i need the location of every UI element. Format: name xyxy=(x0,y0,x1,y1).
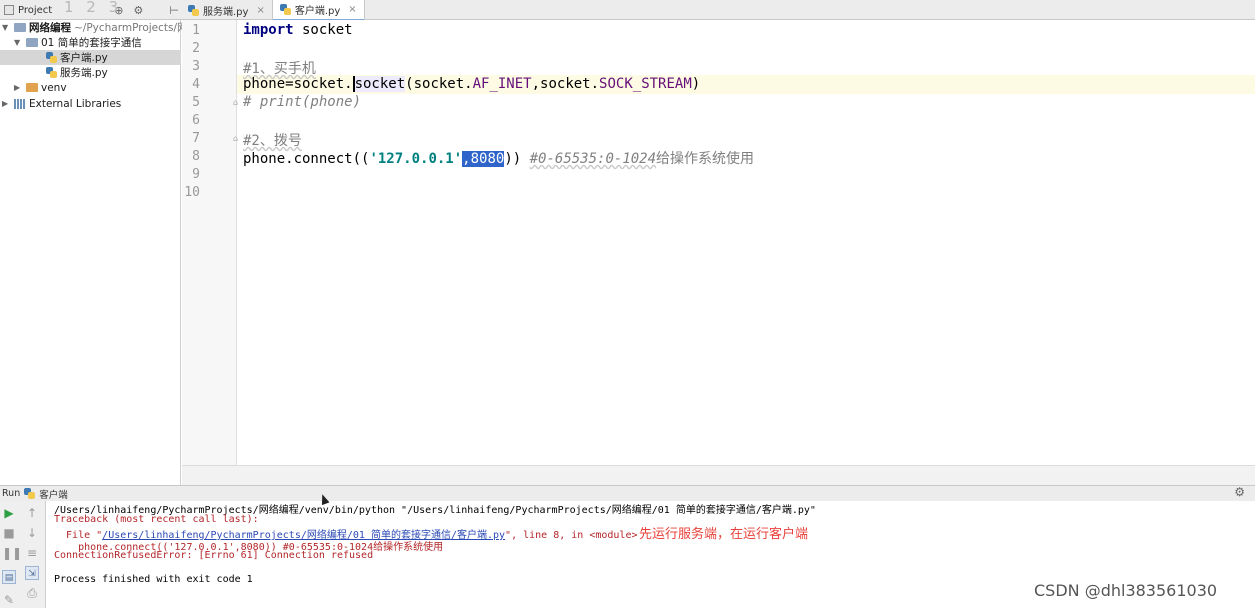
libraries-name: External Libraries xyxy=(29,97,122,110)
rerun-icon[interactable]: ▶ xyxy=(2,506,16,520)
console-line: Traceback (most recent call last): xyxy=(54,514,259,525)
python-file-icon xyxy=(279,4,291,15)
print-icon[interactable]: ⎙ xyxy=(25,586,39,600)
code-text: socket xyxy=(293,22,353,38)
tree-root[interactable]: ▼ 网络编程 ~/PycharmProjects/网 xyxy=(2,20,188,35)
project-panel-title: Project xyxy=(18,4,53,16)
code-line-5[interactable]: # print(phone) xyxy=(243,94,361,110)
line-number: 3 xyxy=(192,59,200,74)
code-comment: 给操作系统使用 xyxy=(656,151,755,167)
code-text: ,socket. xyxy=(531,76,600,92)
code-string: '127.0.0.1' xyxy=(369,151,463,167)
stop-icon[interactable]: ■ xyxy=(2,526,16,540)
layout-icon[interactable]: ▤ xyxy=(2,570,16,584)
run-panel-header: Run 客户端 xyxy=(0,485,1255,501)
code-line-4[interactable]: phone=socket. socket(socket.AF_INET,socke… xyxy=(243,76,700,92)
collapse-icon[interactable]: ⊢ xyxy=(169,4,179,17)
tree-file-server[interactable]: 服务端.py xyxy=(46,65,108,80)
project-tree: ▼ 网络编程 ~/PycharmProjects/网 ▼ 01 简单的套接字通信… xyxy=(0,20,188,485)
soft-wrap-icon[interactable]: ≡ xyxy=(25,546,39,560)
console-line: ConnectionRefusedError: [Errno 61] Conne… xyxy=(54,550,374,561)
code-text: (socket. xyxy=(405,76,473,92)
close-icon[interactable]: × xyxy=(348,4,356,15)
python-file-icon xyxy=(46,67,57,78)
scroll-to-end-icon[interactable]: ⇲ xyxy=(25,566,39,580)
up-arrow-icon[interactable]: ↑ xyxy=(25,506,39,520)
fold-end-icon[interactable]: ⌂ xyxy=(233,99,241,107)
chevron-right-icon[interactable]: ▶ xyxy=(14,83,23,92)
line-gutter: 1 2 3 4 5 6 7 8 9 10 ⌂ ⌂ xyxy=(182,20,238,465)
code-line-8[interactable]: phone.connect(('127.0.0.1',8080)) #0-655… xyxy=(243,148,754,168)
down-arrow-icon[interactable]: ↓ xyxy=(25,526,39,540)
code-selection: ,8080 xyxy=(462,151,505,167)
chevron-right-icon[interactable]: ▶ xyxy=(2,99,11,108)
line-number: 9 xyxy=(192,167,200,182)
watermark: CSDN @dhl383561030 xyxy=(1034,581,1218,600)
code-call: socket xyxy=(352,76,406,92)
code-comment: #0-65535:0-1024 xyxy=(529,151,657,167)
line-number: 4 xyxy=(192,77,200,92)
code-line-7[interactable]: #2、拨号 xyxy=(243,130,302,150)
annotation-text: 先运行服务端，在运行客户端 xyxy=(639,527,809,542)
folder-icon xyxy=(26,83,38,92)
code-text: )) xyxy=(504,151,530,167)
tab-label: 服务端.py xyxy=(203,6,249,18)
tab-client-py[interactable]: 客户端.py × xyxy=(272,0,365,21)
console-text: ", line 8, in <module> xyxy=(505,530,638,541)
library-icon xyxy=(14,98,26,109)
code-text: phone=socket. xyxy=(243,76,353,92)
project-view-icon xyxy=(4,5,14,15)
line-number: 8 xyxy=(192,149,200,164)
top-bar: Project 1 2 3 ⊕ ⚙ ⊢ 服务端.py × 客户端.py × xyxy=(0,0,1255,21)
line-number: 2 xyxy=(192,41,200,56)
python-file-icon xyxy=(24,488,36,499)
code-line-1[interactable]: import socket xyxy=(243,22,353,38)
venv-name: venv xyxy=(41,81,67,94)
pin-icon[interactable]: ✎ xyxy=(2,593,16,607)
line-number: 5 xyxy=(192,95,200,110)
gear-icon[interactable]: ⚙ xyxy=(1234,485,1245,499)
fold-start-icon[interactable]: ⌂ xyxy=(233,135,241,143)
gear-icon[interactable]: ⚙ xyxy=(133,4,143,17)
code-constant: SOCK_STREAM xyxy=(599,76,692,92)
project-panel-header[interactable]: Project 1 2 3 ⊕ ⚙ ⊢ xyxy=(0,0,181,20)
run-label: Run xyxy=(2,488,21,499)
root-path: ~/PycharmProjects/网 xyxy=(74,22,188,34)
root-name: 网络编程 xyxy=(29,22,71,34)
code-line-3[interactable]: #1、买手机 xyxy=(243,58,316,78)
tree-venv[interactable]: ▶ venv xyxy=(14,80,67,95)
tree-external-libraries[interactable]: ▶ External Libraries xyxy=(2,96,121,111)
editor-tabs: 服务端.py × 客户端.py × xyxy=(181,0,365,21)
line-number: 1 xyxy=(192,23,200,38)
code-text: phone.connect(( xyxy=(243,151,370,167)
tab-server-py[interactable]: 服务端.py × xyxy=(181,0,273,20)
folder-name: 01 简单的套接字通信 xyxy=(41,37,142,49)
folder-icon xyxy=(26,38,38,47)
run-config-name[interactable]: 客户端 xyxy=(39,487,68,501)
python-file-icon xyxy=(46,52,57,63)
overlay-glyphs: 1 2 3 xyxy=(64,0,123,16)
code-constant: AF_INET xyxy=(472,76,532,92)
code-text: ) xyxy=(691,76,701,92)
tab-label: 客户端.py xyxy=(294,6,341,17)
horizontal-scrollbar[interactable] xyxy=(182,465,1255,485)
console-line: Process finished with exit code 1 xyxy=(54,574,253,585)
tree-folder[interactable]: ▼ 01 简单的套接字通信 xyxy=(14,35,142,50)
chevron-down-icon[interactable]: ▼ xyxy=(2,23,11,32)
keyword: import xyxy=(243,22,294,38)
close-icon[interactable]: × xyxy=(256,5,264,16)
line-number: 6 xyxy=(192,113,200,128)
chevron-down-icon[interactable]: ▼ xyxy=(14,38,23,47)
folder-icon xyxy=(14,23,26,32)
pause-icon[interactable]: ❚❚ xyxy=(2,546,22,560)
python-file-icon xyxy=(188,4,199,16)
run-toolbar: ▶ ↑ ■ ↓ ❚❚ ≡ ▤ ⇲ ⎙ ✎ xyxy=(0,501,46,608)
tree-file-client[interactable]: 客户端.py xyxy=(0,50,181,65)
file-name: 服务端.py xyxy=(60,67,108,79)
line-number: 10 xyxy=(184,185,200,200)
file-name: 客户端.py xyxy=(60,52,108,64)
line-number: 7 xyxy=(192,131,200,146)
